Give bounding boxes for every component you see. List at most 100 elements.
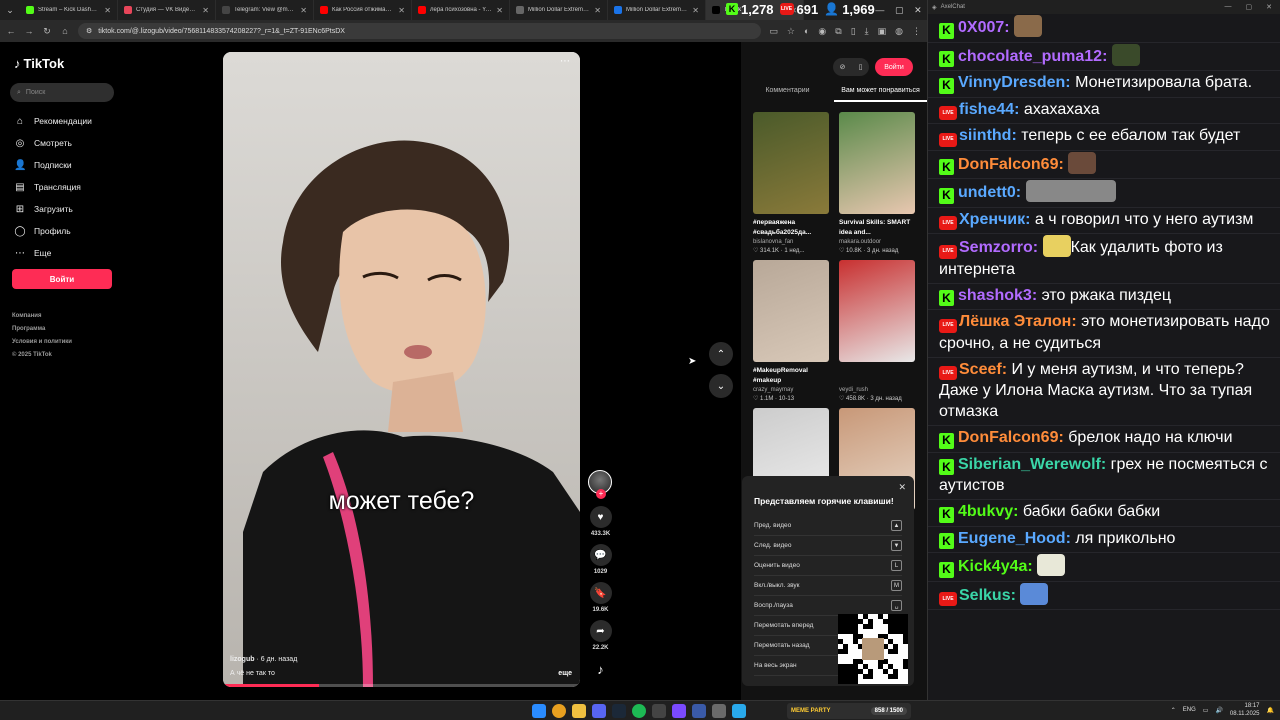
app-icon[interactable] xyxy=(672,704,686,718)
spotify-icon[interactable] xyxy=(632,704,646,718)
chat-username[interactable]: Eugene_Hood xyxy=(958,530,1066,547)
profile-icon[interactable]: ◍ xyxy=(895,26,903,37)
video-card[interactable]: #MakeupRemoval #makeup crazy_maymay ♡ 1.1M… xyxy=(753,260,829,402)
volume-icon[interactable]: 🔊 xyxy=(1215,707,1222,714)
card-author[interactable]: crazy_maymay xyxy=(753,387,829,393)
browser-tab[interactable]: Million Dollar Extreme... ✕ xyxy=(608,0,706,20)
chat-minimize-icon[interactable]: — xyxy=(1225,3,1232,11)
video-progress-bar[interactable] xyxy=(223,684,580,687)
chat-username[interactable]: DonFalcon69 xyxy=(958,429,1058,446)
follow-plus-icon[interactable]: + xyxy=(596,489,606,499)
back-icon[interactable]: ← xyxy=(6,26,16,36)
meme-party-widget[interactable]: MEME PARTY 858 / 1500 xyxy=(787,703,911,719)
tab-close-icon[interactable]: ✕ xyxy=(398,6,405,15)
author-avatar[interactable]: + xyxy=(588,470,612,499)
extension-badge-icon[interactable]: ◉ xyxy=(818,26,826,37)
tab-close-icon[interactable]: ✕ xyxy=(202,6,209,15)
sound-action[interactable]: ♪ xyxy=(588,658,613,680)
sidebar-item[interactable]: ⌂ Рекомендации xyxy=(14,110,92,132)
browser-tab[interactable]: Million Dollar Extreme... ✕ xyxy=(510,0,608,20)
reload-icon[interactable]: ↻ xyxy=(42,26,52,37)
video-thumbnail[interactable] xyxy=(839,260,915,362)
chat-username[interactable]: Selkus xyxy=(959,587,1011,604)
footer-link[interactable]: Условия и политики xyxy=(12,336,72,349)
tab-close-icon[interactable]: ✕ xyxy=(496,6,503,15)
chat-username[interactable]: 4bukvy xyxy=(958,503,1013,520)
browser-tab[interactable]: Как Россия отжимает Ал... ✕ xyxy=(314,0,412,20)
comment-icon[interactable]: 💬 xyxy=(589,544,612,566)
video-player[interactable]: ⋯ может тебе? lizogub · 6 дн. назад А чё… xyxy=(223,52,580,687)
video-card[interactable]: veydi_rush ♡ 458.8K · 3 дн. назад xyxy=(839,260,915,402)
footer-link[interactable]: Компания xyxy=(12,310,72,323)
chat-username[interactable]: DonFalcon69 xyxy=(958,156,1058,173)
card-author[interactable]: veydi_rush xyxy=(839,387,915,393)
chat-username[interactable]: Хренчик xyxy=(959,211,1025,228)
steam-icon[interactable] xyxy=(612,704,626,718)
comment-action[interactable]: 💬 1029 xyxy=(588,544,613,575)
network-icon[interactable]: ▭ xyxy=(1203,707,1209,714)
forward-icon[interactable]: → xyxy=(24,26,34,36)
footer-link[interactable]: Программа xyxy=(12,323,72,336)
video-thumbnail[interactable] xyxy=(753,260,829,362)
save-action[interactable]: 🔖 19.6K xyxy=(588,582,613,613)
next-video-icon[interactable]: ⌄ xyxy=(709,374,733,398)
chat-username[interactable]: undett0 xyxy=(958,184,1016,201)
chat-close-icon[interactable]: ✕ xyxy=(1266,3,1272,11)
tab-search-icon[interactable]: ⌄ xyxy=(0,0,20,20)
chat-username[interactable]: 0X007 xyxy=(958,19,1004,36)
download-icon[interactable]: ⤓ xyxy=(865,26,869,37)
sidebar-item[interactable]: ▤ Трансляция xyxy=(14,176,92,198)
bookmark-star-icon[interactable]: ☆ xyxy=(787,26,795,37)
chrome-icon[interactable] xyxy=(552,704,566,718)
chat-username[interactable]: VinnyDresden xyxy=(958,74,1065,91)
chat-username[interactable]: Semzorro xyxy=(959,239,1033,256)
chat-username[interactable]: chocolate_puma12 xyxy=(958,48,1102,65)
browser-tab[interactable]: Студия — VK Видео Live ✕ xyxy=(118,0,216,20)
telegram-icon[interactable] xyxy=(732,704,746,718)
tab-close-icon[interactable]: ✕ xyxy=(300,6,307,15)
tab-close-icon[interactable]: ✕ xyxy=(594,6,601,15)
chat-username[interactable]: siinthd xyxy=(959,127,1011,144)
tab-close-icon[interactable]: ✕ xyxy=(692,6,699,15)
home-icon[interactable]: ⌂ xyxy=(60,26,70,36)
video-author[interactable]: lizogub xyxy=(230,656,255,663)
browser-tab[interactable]: лера психозовна - YouT...✕ xyxy=(412,0,510,20)
sidebar-item[interactable]: ⋯ Еще xyxy=(14,242,92,264)
browser-menu-icon[interactable]: ⋮ xyxy=(912,26,921,37)
video-card[interactable]: Survival Skills: SMART idea and... makara… xyxy=(839,112,915,254)
tray-chevron-icon[interactable]: ⌃ xyxy=(1171,707,1176,714)
bookmark-icon[interactable]: 🔖 xyxy=(589,582,612,604)
extension-icon[interactable]: ◐ xyxy=(804,26,809,37)
folder-icon[interactable] xyxy=(572,704,586,718)
share-icon[interactable]: ➦ xyxy=(589,620,612,642)
close-popup-icon[interactable]: ✕ xyxy=(898,482,906,493)
heart-icon[interactable]: ♥ xyxy=(589,506,612,528)
panel-tab[interactable]: Вам может понравиться xyxy=(834,86,927,102)
browser-tab[interactable]: Telegram: View @mgnzn ✕ xyxy=(216,0,314,20)
close-icon[interactable]: ✕ xyxy=(914,5,922,16)
browser-tab[interactable]: Stream – Kick Dashboard ✕ xyxy=(20,0,118,20)
clock[interactable]: 18:17 08.11.2025 xyxy=(1230,702,1260,718)
settings-app-icon[interactable] xyxy=(712,704,726,718)
rp-login-button[interactable]: Войти xyxy=(875,58,913,76)
chat-username[interactable]: Лёшка Эталон xyxy=(959,313,1071,330)
chat-username[interactable]: Sceef xyxy=(959,361,1002,378)
tiktok-sound-icon[interactable]: ♪ xyxy=(589,658,612,680)
video-thumbnail[interactable] xyxy=(839,112,915,214)
chat-username[interactable]: Siberian_Werewolf xyxy=(958,456,1101,473)
chat-maximize-icon[interactable]: ▢ xyxy=(1246,3,1253,11)
chat-username[interactable]: fishe44 xyxy=(959,101,1014,118)
sidebar-item[interactable]: 👤 Подписки xyxy=(14,154,92,176)
sidebar-item[interactable]: ◎ Смотреть xyxy=(14,132,92,154)
video-thumbnail[interactable] xyxy=(753,112,829,214)
prev-video-icon[interactable]: ⌃ xyxy=(709,342,733,366)
discord-icon[interactable] xyxy=(592,704,606,718)
url-field[interactable]: ⚙ tiktok.com/@.lizogub/video/75681148335… xyxy=(78,23,762,39)
login-button[interactable]: Войти xyxy=(12,269,112,289)
tiktok-logo[interactable]: ♪ TikTok xyxy=(14,56,64,71)
notifications-icon[interactable]: 🔔 xyxy=(1267,707,1274,714)
more-link[interactable]: еще xyxy=(558,670,572,677)
start-icon[interactable] xyxy=(532,704,546,718)
like-action[interactable]: ♥ 433.3K xyxy=(588,506,613,537)
puzzle-icon[interactable]: ⧉ xyxy=(835,26,841,37)
